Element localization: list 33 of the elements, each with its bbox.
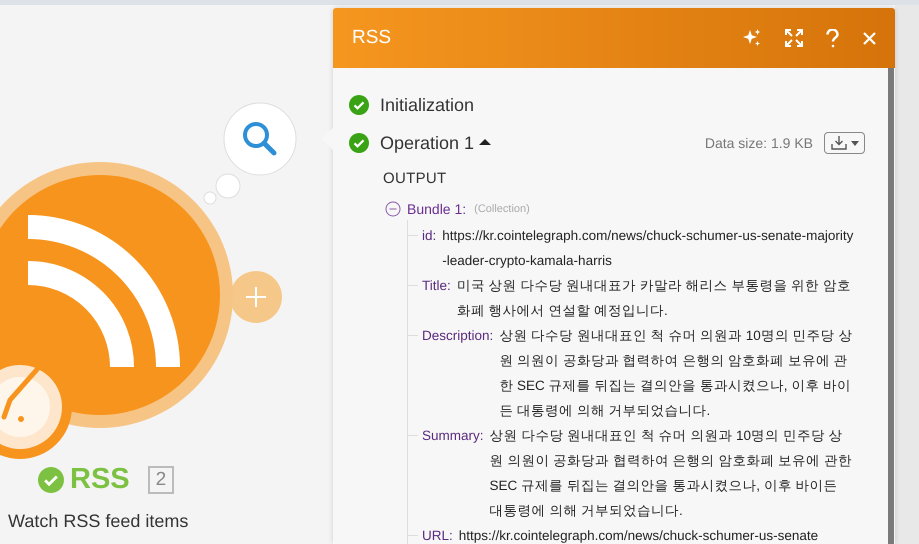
field-value: https://kr.cointelegraph.com/news/chuck-schumer-us-senate-majority-leader-crypto-kamala-harris bbox=[442, 226, 854, 270]
field-key: Summary: bbox=[422, 422, 484, 522]
field-key: Title: bbox=[422, 272, 451, 322]
field-value: 미국 상원 다수당 원내대표가 카말라 해리스 부통령을 위한 암호화폐 행사에서 연설할 예정입니다. bbox=[456, 276, 852, 320]
data-size-text: Data size: 1.9 KB bbox=[704, 134, 813, 152]
field-key: Description: bbox=[422, 322, 494, 422]
bundle-label: Bundle 1: bbox=[407, 200, 466, 218]
caret-icon bbox=[851, 140, 859, 146]
field-key: id: bbox=[422, 222, 436, 272]
module-name: RSS bbox=[70, 465, 130, 494]
download-button[interactable] bbox=[824, 132, 865, 154]
step-label[interactable]: Operation 1 bbox=[380, 130, 474, 156]
download-icon bbox=[830, 135, 848, 151]
caret-icon[interactable] bbox=[479, 138, 492, 146]
field-value: https://kr.cointelegraph.com/news/chuck-schumer-us-senate bbox=[458, 526, 818, 544]
field-value: 상원 다수당 원내대표인 척 슈머 의원과 10명의 민주당 상원 의원이 공화당과 협력하여 은행의 암호화폐 보유에 관한 SEC 규제를 뒤집는 결의안을 통과시켰으나, 이후 바이든 대통령에 의해 거부되었습니다. bbox=[490, 426, 853, 520]
scrollbar[interactable] bbox=[888, 68, 894, 544]
step-label[interactable]: Initialization bbox=[380, 92, 474, 118]
output-heading: OUTPUT bbox=[383, 169, 448, 189]
help-icon[interactable] bbox=[826, 28, 839, 48]
field-key: URL: bbox=[422, 522, 453, 544]
operation-count-badge: 2 bbox=[148, 466, 174, 494]
thought-bubble-drawing bbox=[204, 174, 240, 204]
rss-module-drawing[interactable] bbox=[0, 162, 233, 459]
collapse-toggle-icon[interactable] bbox=[385, 201, 401, 217]
expand-icon[interactable] bbox=[785, 29, 803, 47]
field-value: 상원 다수당 원내대표인 척 슈머 의원과 10명의 민주당 상원 의원이 공화당과 협력하여 은행의 암호화폐 보유에 관한 SEC 규제를 뒤집는 결의안을 통과시켰으나, 이후 바이든 대통령에 의해 거부되었습니다. bbox=[499, 326, 854, 420]
sparkle-icon[interactable] bbox=[742, 28, 762, 48]
search-icon[interactable] bbox=[224, 102, 296, 176]
bundle-type-text: (Collection) bbox=[474, 202, 530, 217]
module-description: Watch RSS feed items bbox=[8, 510, 188, 533]
panel-title: RSS bbox=[352, 26, 392, 50]
close-icon[interactable] bbox=[862, 30, 877, 46]
